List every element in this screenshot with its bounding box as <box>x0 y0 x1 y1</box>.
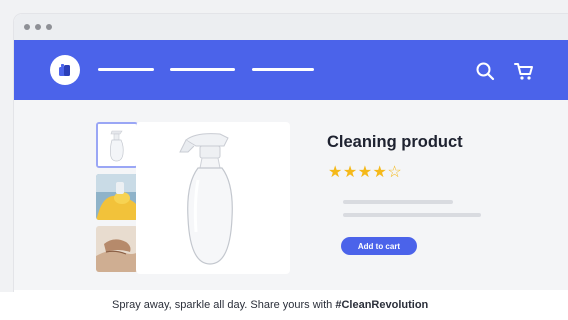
star-filled-icon: ★★★★ <box>328 164 388 181</box>
search-icon <box>476 62 495 81</box>
spray-bottle-thumbnail[interactable] <box>96 122 138 168</box>
window-titlebar <box>14 14 568 40</box>
nav-menu-item[interactable] <box>170 68 235 71</box>
top-nav <box>14 40 568 100</box>
window-control-dot[interactable] <box>35 24 41 30</box>
search-button[interactable] <box>472 58 498 84</box>
gloved-hand-icon <box>96 174 138 220</box>
store-logo-icon[interactable] <box>50 55 80 85</box>
rating-stars: ★★★★ ☆ <box>328 162 402 182</box>
spray-bottle-icon <box>98 124 136 166</box>
logo-shape <box>59 64 70 76</box>
description-placeholder-line <box>343 213 481 217</box>
window-control-dot[interactable] <box>24 24 30 30</box>
cart-icon <box>514 63 533 80</box>
footer-message: Spray away, sparkle all day. Share yours… <box>112 299 336 311</box>
hashtag-link[interactable]: #CleanRevolution <box>335 299 428 311</box>
spray-bottle-image <box>179 133 233 265</box>
cart-button[interactable] <box>511 58 537 84</box>
product-title: Cleaning product <box>327 133 463 151</box>
footer-banner: Spray away, sparkle all day. Share yours… <box>0 292 568 320</box>
description-placeholder-line <box>343 200 453 204</box>
cleaning-cloth-icon <box>96 226 138 272</box>
product-main-image[interactable] <box>136 122 290 274</box>
nav-menu-item[interactable] <box>98 68 154 71</box>
gloved-hand-spray-thumbnail[interactable] <box>96 174 138 220</box>
footer-text: Spray away, sparkle all day. Share yours… <box>112 299 428 311</box>
nav-menu-item[interactable] <box>252 68 314 71</box>
star-empty-icon: ☆ <box>387 164 403 181</box>
cleaning-cloth-thumbnail[interactable] <box>96 226 138 272</box>
add-to-cart-button[interactable]: Add to cart <box>341 237 417 255</box>
window-control-dot[interactable] <box>46 24 52 30</box>
